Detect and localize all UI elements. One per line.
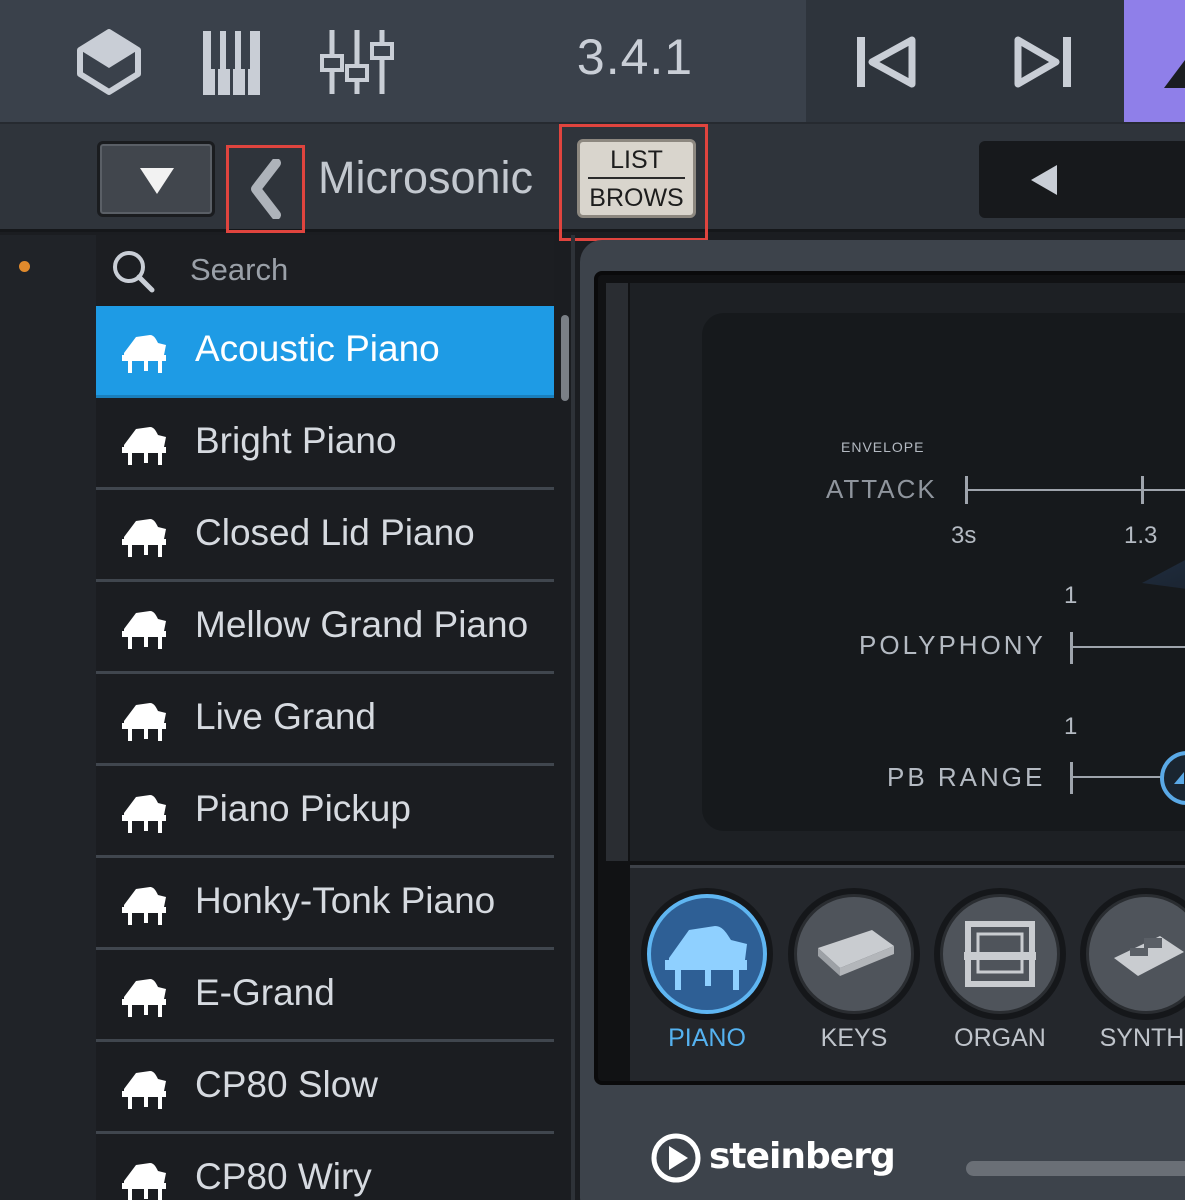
pb-range-knob[interactable] — [1158, 748, 1185, 808]
grand-piano-icon — [122, 519, 166, 557]
tab-label-synth: SYNTH — [1099, 1024, 1185, 1052]
pb-range-scale-start — [1070, 762, 1073, 794]
metronome-icon — [1164, 60, 1185, 88]
grand-piano-icon — [122, 887, 166, 925]
parameter-lcd — [702, 313, 1185, 831]
polyphony-value: 1 — [1064, 582, 1078, 609]
grand-piano-icon — [122, 795, 166, 833]
preset-label: E-Grand — [195, 972, 335, 1013]
list-browse-button[interactable]: LIST BROWS — [577, 139, 696, 218]
preset-label: Bright Piano — [195, 420, 397, 461]
triangle-down-icon — [140, 168, 174, 194]
grand-piano-icon — [122, 427, 166, 465]
steinberg-logo-icon — [651, 1133, 701, 1183]
attack-label: ATTACK — [826, 474, 937, 504]
skip-back-icon[interactable] — [854, 34, 916, 90]
polyphony-label: POLYPHONY — [859, 630, 1046, 660]
polyphony-scale-start — [1070, 632, 1073, 664]
grand-piano-icon — [122, 1163, 166, 1200]
attack-tick-label: 1.3 — [1124, 522, 1158, 549]
preset-list-scrollbar[interactable] — [556, 306, 570, 1200]
metronome-button[interactable] — [1124, 0, 1185, 122]
preset-item-live-grand[interactable]: Live Grand — [96, 674, 554, 766]
preset-item-cp80-wiry[interactable]: CP80 Wiry — [96, 1134, 554, 1200]
preset-label: Acoustic Piano — [195, 328, 440, 369]
preset-label: Piano Pickup — [195, 788, 411, 829]
scrollbar-thumb[interactable] — [561, 315, 569, 401]
library-title: Microsonic — [318, 152, 534, 203]
tab-organ[interactable] — [934, 888, 1066, 1020]
preset-label: Honky-Tonk Piano — [195, 880, 496, 921]
preset-label: Live Grand — [195, 696, 376, 737]
grand-piano-icon — [122, 703, 166, 741]
tab-piano[interactable] — [641, 888, 773, 1020]
preset-label: CP80 Wiry — [195, 1156, 372, 1197]
preset-label: CP80 Slow — [195, 1064, 379, 1105]
search-input[interactable] — [190, 250, 530, 290]
back-button[interactable] — [226, 145, 305, 233]
grand-piano-icon — [122, 335, 166, 373]
horizontal-scrollbar[interactable] — [966, 1161, 1185, 1176]
category-column — [0, 235, 96, 1200]
tab-label-organ: ORGAN — [954, 1024, 1046, 1052]
preset-item-closed-lid-piano[interactable]: Closed Lid Piano — [96, 490, 554, 582]
synth-icon — [1114, 936, 1184, 976]
chevron-left-icon — [251, 159, 281, 219]
attack-scale-tick — [1141, 476, 1144, 504]
skip-forward-icon[interactable] — [1012, 34, 1074, 90]
grand-piano-icon — [122, 1071, 166, 1109]
list-browse-top-label: LIST — [588, 142, 685, 179]
search-bar — [96, 235, 554, 305]
cube-icon[interactable] — [76, 28, 142, 96]
preset-item-piano-pickup[interactable]: Piano Pickup — [96, 766, 554, 858]
screen-edge — [606, 283, 628, 861]
previous-preset-button[interactable] — [979, 141, 1185, 218]
polyphony-slider[interactable] — [1070, 646, 1185, 648]
preset-item-acoustic-piano[interactable]: Acoustic Piano — [96, 306, 554, 398]
list-browse-bottom-label: BROWS — [589, 184, 684, 212]
preset-item-honky-tonk-piano[interactable]: Honky-Tonk Piano — [96, 858, 554, 950]
brand-name: steinberg — [709, 1136, 896, 1177]
attack-tick-label: 3s — [951, 522, 977, 549]
organ-icon — [964, 921, 1036, 987]
preset-item-cp80-slow[interactable]: CP80 Slow — [96, 1042, 554, 1134]
pb-range-value: 1 — [1064, 713, 1078, 740]
preset-item-mellow-grand-piano[interactable]: Mellow Grand Piano — [96, 582, 554, 674]
piano-keys-icon[interactable] — [200, 28, 264, 98]
pb-range-label: PB RANGE — [887, 762, 1046, 792]
panel-divider — [571, 235, 575, 1200]
status-dot — [19, 261, 30, 272]
dropdown-button[interactable] — [97, 141, 215, 217]
grand-piano-icon — [122, 611, 166, 649]
version-label: 3.4.1 — [576, 29, 694, 85]
attack-scale[interactable] — [965, 489, 1185, 491]
preset-list: Acoustic Piano Bright Piano Closed Lid P… — [96, 306, 554, 1200]
grand-piano-icon — [122, 979, 166, 1017]
triangle-left-icon — [1031, 165, 1057, 195]
keyboard-icon — [818, 930, 894, 976]
pb-range-slider[interactable] — [1070, 776, 1170, 778]
grand-piano-icon — [665, 926, 747, 990]
preset-label: Mellow Grand Piano — [195, 604, 529, 645]
preset-item-e-grand[interactable]: E-Grand — [96, 950, 554, 1042]
preset-label: Closed Lid Piano — [195, 512, 475, 553]
search-icon — [113, 251, 155, 293]
mixer-faders-icon[interactable] — [318, 26, 396, 98]
tab-keys[interactable] — [788, 888, 920, 1020]
tab-label-piano: PIANO — [668, 1024, 746, 1052]
tab-label-keys: KEYS — [820, 1024, 888, 1052]
preset-item-bright-piano[interactable]: Bright Piano — [96, 398, 554, 490]
envelope-label: ENVELOPE — [841, 439, 925, 455]
